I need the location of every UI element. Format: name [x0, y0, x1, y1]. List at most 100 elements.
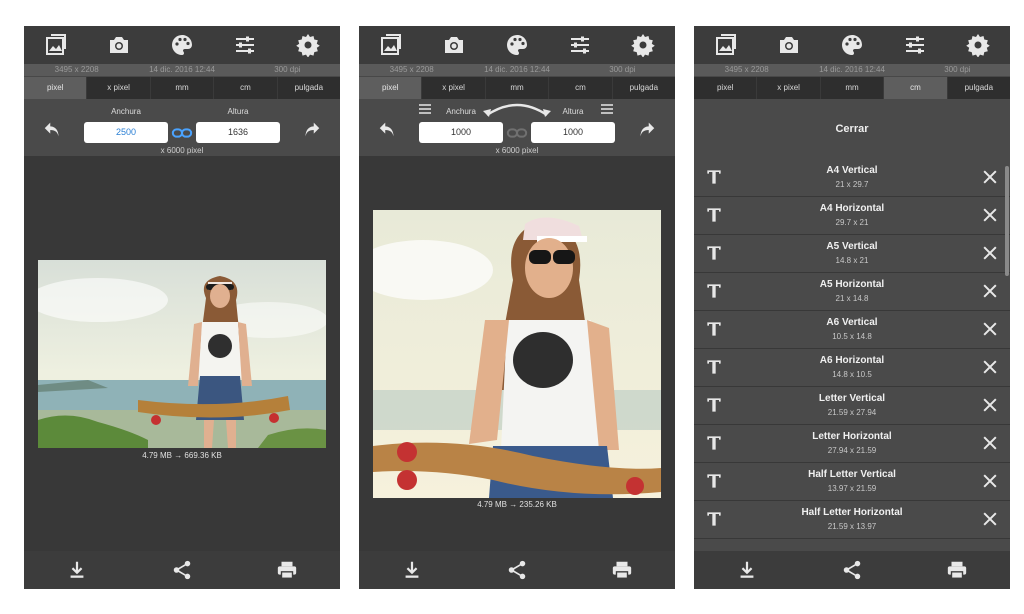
download-icon[interactable]: [731, 554, 763, 586]
preset-dims: 10.5 x 14.8: [734, 332, 970, 341]
close-icon[interactable]: [980, 357, 1000, 377]
redo-icon[interactable]: [635, 119, 657, 141]
list-item[interactable]: Letter Vertical 21.59 x 27.94: [694, 387, 1010, 424]
close-icon[interactable]: [980, 319, 1000, 339]
list-item[interactable]: Half Letter Horizontal 21.59 x 13.97: [694, 501, 1010, 538]
tab-mm[interactable]: mm: [486, 77, 548, 99]
undo-icon[interactable]: [42, 119, 64, 141]
redo-icon[interactable]: [300, 119, 322, 141]
share-icon[interactable]: [836, 554, 868, 586]
close-icon[interactable]: [980, 205, 1000, 225]
close-icon[interactable]: [980, 281, 1000, 301]
tab-cm[interactable]: cm: [549, 77, 611, 99]
preset-dims: 29.7 x 21: [734, 218, 970, 227]
photo-preview[interactable]: [373, 210, 661, 498]
print-icon[interactable]: [941, 554, 973, 586]
gear-icon[interactable]: [962, 29, 994, 61]
tab-pulgada[interactable]: pulgada: [613, 77, 675, 99]
tab-x-pixel[interactable]: x pixel: [757, 77, 819, 99]
list-item[interactable]: Letter Horizontal 27.94 x 21.59: [694, 425, 1010, 462]
close-presets-button[interactable]: Cerrar: [694, 99, 1010, 159]
list-item[interactable]: A5 Vertical 14.8 x 21: [694, 235, 1010, 272]
preset-dims: 21.59 x 13.97: [734, 522, 970, 531]
list-item-partial[interactable]: [694, 539, 1010, 551]
sliders-icon[interactable]: [899, 29, 931, 61]
tab-pulgada[interactable]: pulgada: [278, 77, 340, 99]
top-toolbar: [24, 26, 340, 64]
width-input[interactable]: 1000: [419, 122, 503, 143]
close-icon[interactable]: [980, 509, 1000, 529]
tab-x-pixel[interactable]: x pixel: [422, 77, 484, 99]
print-icon[interactable]: [271, 554, 303, 586]
preset-dims: 21.59 x 27.94: [734, 408, 970, 417]
close-icon[interactable]: [980, 395, 1000, 415]
share-icon[interactable]: [501, 554, 533, 586]
palette-icon[interactable]: [836, 29, 868, 61]
text-format-icon: [704, 395, 724, 415]
gear-icon[interactable]: [627, 29, 659, 61]
list-item[interactable]: A5 Horizontal 21 x 14.8: [694, 273, 1010, 310]
text-format-icon: [704, 319, 724, 339]
resolution-text: 3495 x 2208: [694, 64, 799, 76]
close-icon[interactable]: [980, 433, 1000, 453]
download-icon[interactable]: [61, 554, 93, 586]
close-icon[interactable]: [980, 167, 1000, 187]
preset-name: Letter Vertical: [734, 393, 970, 404]
preset-dims: 14.8 x 21: [734, 256, 970, 265]
file-size-text: 4.79 MB → 669.36 KB: [24, 451, 340, 460]
preset-dims: 21 x 29.7: [734, 180, 970, 189]
tab-pixel[interactable]: pixel: [694, 77, 756, 99]
tab-mm[interactable]: mm: [821, 77, 883, 99]
top-toolbar: [694, 26, 1010, 64]
pixel-total-text: x 6000 pixel: [24, 146, 340, 155]
unit-tabs: pixel x pixel mm cm pulgada: [694, 77, 1010, 99]
camera-icon[interactable]: [438, 29, 470, 61]
close-icon[interactable]: [980, 243, 1000, 263]
dpi-text: 300 dpi: [905, 64, 1010, 76]
preset-name: A5 Vertical: [734, 241, 970, 252]
preset-name: A6 Horizontal: [734, 355, 970, 366]
palette-icon[interactable]: [501, 29, 533, 61]
sliders-icon[interactable]: [564, 29, 596, 61]
menu-height-icon[interactable]: [599, 101, 615, 117]
text-format-icon: [704, 471, 724, 491]
palette-icon[interactable]: [166, 29, 198, 61]
tab-pixel[interactable]: pixel: [359, 77, 421, 99]
link-icon[interactable]: [171, 122, 193, 144]
print-icon[interactable]: [606, 554, 638, 586]
gallery-icon[interactable]: [710, 29, 742, 61]
preset-name: A5 Horizontal: [734, 279, 970, 290]
camera-icon[interactable]: [773, 29, 805, 61]
height-input[interactable]: 1636: [196, 122, 280, 143]
download-icon[interactable]: [396, 554, 428, 586]
list-item[interactable]: A4 Vertical 21 x 29.7: [694, 159, 1010, 196]
close-icon[interactable]: [980, 471, 1000, 491]
tab-cm[interactable]: cm: [884, 77, 946, 99]
list-item[interactable]: A6 Vertical 10.5 x 14.8: [694, 311, 1010, 348]
gallery-icon[interactable]: [375, 29, 407, 61]
list-item[interactable]: Half Letter Vertical 13.97 x 21.59: [694, 463, 1010, 500]
date-text: 14 dic. 2016 12:44: [129, 64, 234, 76]
list-item[interactable]: A6 Horizontal 14.8 x 10.5: [694, 349, 1010, 386]
screen-presets-cm: 3495 x 2208 14 dic. 2016 12:44 300 dpi p…: [694, 26, 1010, 589]
tab-pixel[interactable]: pixel: [24, 77, 86, 99]
gallery-icon[interactable]: [40, 29, 72, 61]
tab-mm[interactable]: mm: [151, 77, 213, 99]
link-icon[interactable]: [506, 122, 528, 144]
height-input[interactable]: 1000: [531, 122, 615, 143]
tab-pulgada[interactable]: pulgada: [948, 77, 1010, 99]
scrollbar[interactable]: [1005, 166, 1009, 276]
gear-icon[interactable]: [292, 29, 324, 61]
camera-icon[interactable]: [103, 29, 135, 61]
tab-cm[interactable]: cm: [214, 77, 276, 99]
photo-preview[interactable]: [38, 260, 326, 448]
text-format-icon: [704, 433, 724, 453]
list-item[interactable]: A4 Horizontal 29.7 x 21: [694, 197, 1010, 234]
dpi-text: 300 dpi: [235, 64, 340, 76]
width-input[interactable]: 2500: [84, 122, 168, 143]
undo-icon[interactable]: [377, 119, 399, 141]
preview-area: 4.79 MB → 235.26 KB: [359, 156, 675, 551]
tab-x-pixel[interactable]: x pixel: [87, 77, 149, 99]
share-icon[interactable]: [166, 554, 198, 586]
sliders-icon[interactable]: [229, 29, 261, 61]
